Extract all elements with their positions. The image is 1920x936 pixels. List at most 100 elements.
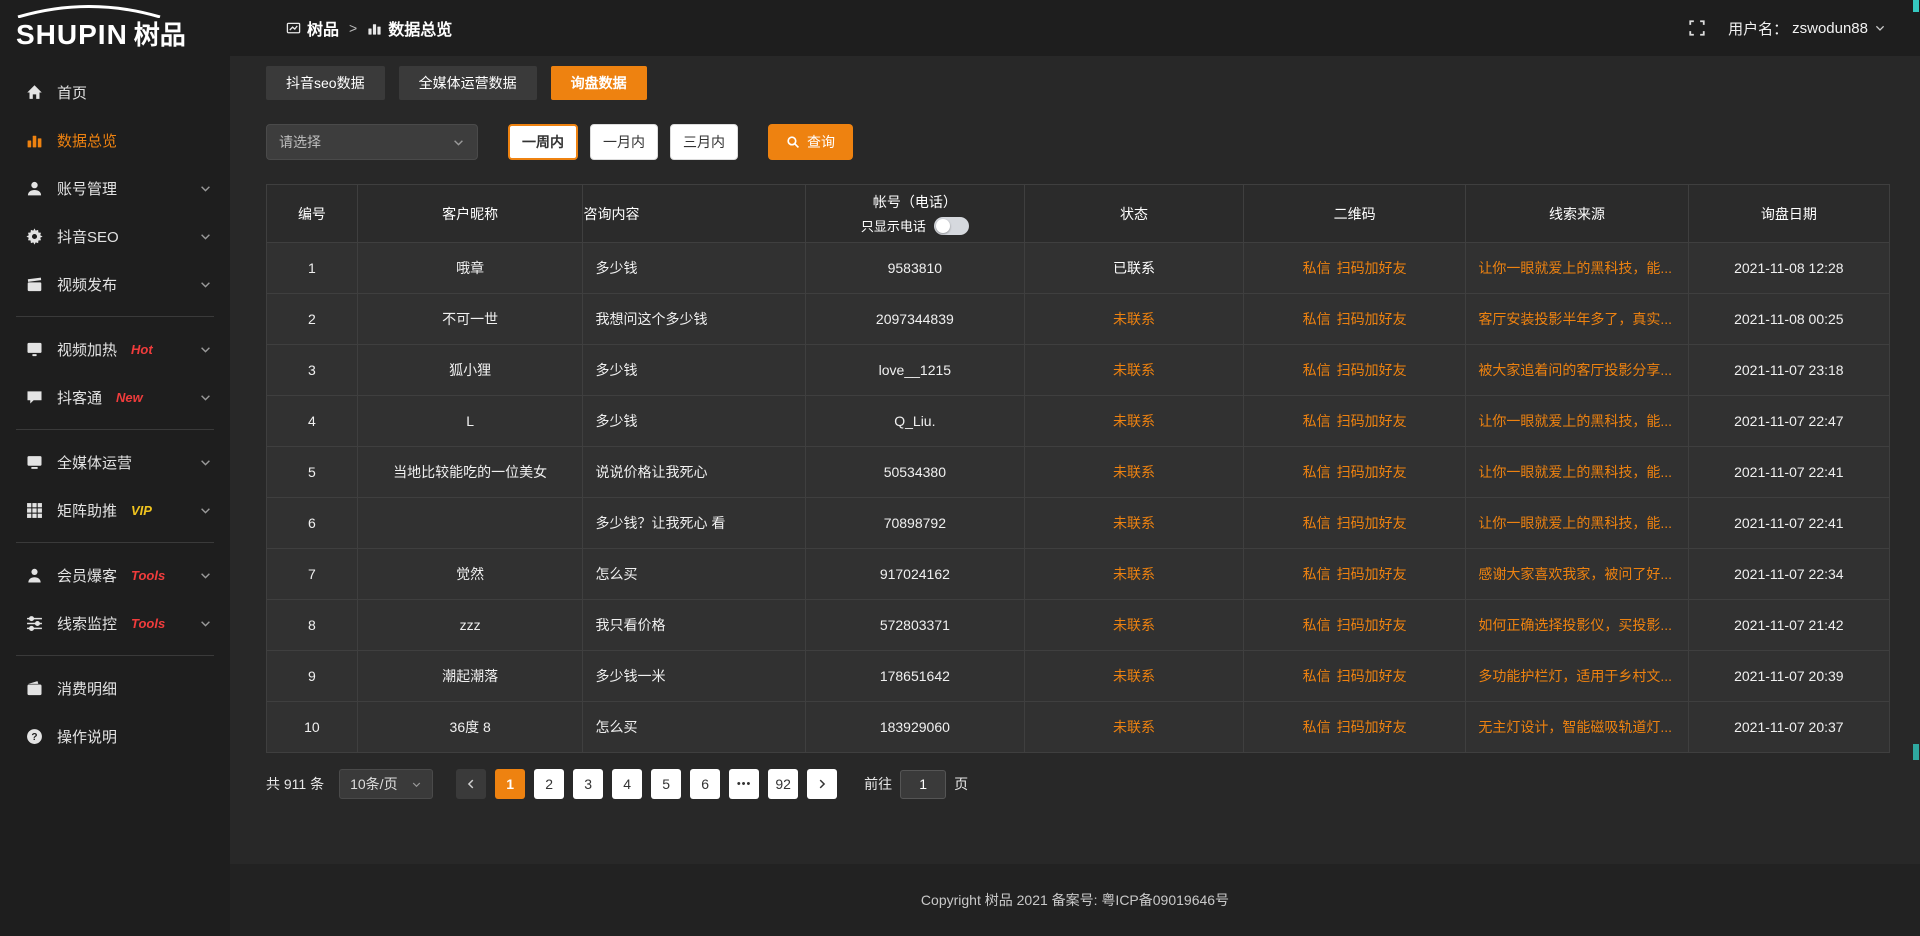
- cell-no: 10: [267, 702, 358, 753]
- sidebar-item-account-management[interactable]: 账号管理: [0, 164, 230, 212]
- page-button-2[interactable]: 2: [534, 769, 564, 799]
- cell-source: 无主灯设计，智能磁吸轨道灯...: [1466, 702, 1688, 753]
- range-button-one-week[interactable]: 一周内: [508, 124, 578, 160]
- sidebar-item-doukotong[interactable]: 抖客通New: [0, 373, 230, 421]
- date-range-buttons: 一周内一月内三月内: [508, 124, 738, 160]
- phone-only-toggle[interactable]: [934, 217, 969, 235]
- sidebar-item-matrix-boost[interactable]: 矩阵助推VIP: [0, 486, 230, 534]
- qr-scan-add-friend-link[interactable]: 扫码加好友: [1337, 260, 1407, 276]
- sidebar-item-clue-monitor[interactable]: 线索监控Tools: [0, 599, 230, 647]
- sidebar-item-member-baoke[interactable]: 会员爆客Tools: [0, 551, 230, 599]
- tab-douyin-seo-data[interactable]: 抖音seo数据: [266, 66, 385, 100]
- tab-media-operation-data[interactable]: 全媒体运营数据: [399, 66, 537, 100]
- page-button-92[interactable]: 92: [768, 769, 798, 799]
- qr-scan-add-friend-link[interactable]: 扫码加好友: [1337, 362, 1407, 378]
- qr-private-message-link[interactable]: 私信: [1303, 515, 1331, 531]
- qr-scan-add-friend-link[interactable]: 扫码加好友: [1337, 719, 1407, 735]
- source-link[interactable]: 如何正确选择投影仪，买投影...: [1478, 617, 1672, 633]
- sidebar-item-data-overview[interactable]: 数据总览: [0, 116, 230, 164]
- sidebar-item-video-heating[interactable]: 视频加热Hot: [0, 325, 230, 373]
- account-select[interactable]: 请选择: [266, 124, 478, 160]
- bar-chart-icon: [26, 132, 43, 149]
- page-button-5[interactable]: 5: [651, 769, 681, 799]
- source-link[interactable]: 感谢大家喜欢我家，被问了好...: [1478, 566, 1672, 582]
- qr-private-message-link[interactable]: 私信: [1303, 311, 1331, 327]
- sidebar-item-douyin-seo[interactable]: 抖音SEO: [0, 212, 230, 260]
- sidebar-item-operation-guide[interactable]: ?操作说明: [0, 712, 230, 760]
- fullscreen-icon[interactable]: [1688, 19, 1706, 37]
- prev-page-button[interactable]: [456, 769, 486, 799]
- cell-source: 让你一眼就爱上的黑科技，能...: [1466, 243, 1688, 294]
- page-button-1[interactable]: 1: [495, 769, 525, 799]
- tab-inquiry-data[interactable]: 询盘数据: [551, 66, 647, 100]
- page-size-select[interactable]: 10条/页: [339, 769, 433, 799]
- sidebar-item-label: 抖客通: [57, 387, 102, 408]
- cell-no: 4: [267, 396, 358, 447]
- goto-page-input[interactable]: [900, 770, 946, 799]
- cell-nickname: 不可一世: [357, 294, 583, 345]
- table-header-row: 编号 客户昵称 咨询内容 帐号（电话） 只显示电话 状态 二维码 线索来源 询盘…: [267, 185, 1890, 243]
- qr-private-message-link[interactable]: 私信: [1303, 413, 1331, 429]
- next-page-button[interactable]: [807, 769, 837, 799]
- qr-scan-add-friend-link[interactable]: 扫码加好友: [1337, 668, 1407, 684]
- qr-private-message-link[interactable]: 私信: [1303, 668, 1331, 684]
- sidebar-item-consumption-detail[interactable]: 消费明细: [0, 664, 230, 712]
- menu-divider: [16, 655, 214, 656]
- filter-bar: 请选择 一周内一月内三月内 查询: [266, 124, 1890, 160]
- qr-private-message-link[interactable]: 私信: [1303, 362, 1331, 378]
- user-menu[interactable]: 用户名：zswodun88: [1728, 18, 1886, 39]
- cell-no: 1: [267, 243, 358, 294]
- sidebar-item-home[interactable]: 首页: [0, 68, 230, 116]
- more-pages-button[interactable]: •••: [729, 769, 759, 799]
- table-row: 9潮起潮落多少钱一米178651642未联系私信扫码加好友多功能护栏灯，适用于乡…: [267, 651, 1890, 702]
- chevron-down-icon: [1874, 22, 1886, 34]
- scroll-indicator: [1913, 744, 1919, 760]
- qr-private-message-link[interactable]: 私信: [1303, 719, 1331, 735]
- source-link[interactable]: 让你一眼就爱上的黑科技，能...: [1478, 515, 1672, 531]
- source-link[interactable]: 让你一眼就爱上的黑科技，能...: [1478, 260, 1672, 276]
- cell-source: 感谢大家喜欢我家，被问了好...: [1466, 549, 1688, 600]
- search-button[interactable]: 查询: [768, 124, 853, 160]
- status-badge: 未联系: [1113, 668, 1155, 684]
- logo[interactable]: SHUPIN树品: [0, 0, 230, 58]
- goto-page: 前往 页: [864, 770, 968, 799]
- page-button-4[interactable]: 4: [612, 769, 642, 799]
- page-button-6[interactable]: 6: [690, 769, 720, 799]
- qr-private-message-link[interactable]: 私信: [1303, 260, 1331, 276]
- question-icon: ?: [26, 728, 43, 745]
- table-row: 4L多少钱Q_Liu.未联系私信扫码加好友让你一眼就爱上的黑科技，能...202…: [267, 396, 1890, 447]
- breadcrumb-item-shupin[interactable]: 树品: [286, 16, 339, 40]
- range-button-one-month[interactable]: 一月内: [590, 124, 658, 160]
- sidebar-item-video-publish[interactable]: 视频发布: [0, 260, 230, 308]
- page-button-3[interactable]: 3: [573, 769, 603, 799]
- chevron-right-icon: [816, 778, 828, 790]
- qr-scan-add-friend-link[interactable]: 扫码加好友: [1337, 413, 1407, 429]
- source-link[interactable]: 多功能护栏灯，适用于乡村文...: [1478, 668, 1672, 684]
- goto-label: 前往: [864, 774, 892, 794]
- sidebar-item-media-operation[interactable]: 全媒体运营: [0, 438, 230, 486]
- sidebar-item-label: 线索监控: [57, 613, 117, 634]
- cell-nickname: 36度 8: [357, 702, 583, 753]
- source-link[interactable]: 让你一眼就爱上的黑科技，能...: [1478, 464, 1672, 480]
- qr-scan-add-friend-link[interactable]: 扫码加好友: [1337, 566, 1407, 582]
- qr-scan-add-friend-link[interactable]: 扫码加好友: [1337, 515, 1407, 531]
- qr-scan-add-friend-link[interactable]: 扫码加好友: [1337, 617, 1407, 633]
- source-link[interactable]: 让你一眼就爱上的黑科技，能...: [1478, 413, 1672, 429]
- col-status: 状态: [1024, 185, 1243, 243]
- qr-private-message-link[interactable]: 私信: [1303, 617, 1331, 633]
- table-row: 1哦章多少钱9583810已联系私信扫码加好友让你一眼就爱上的黑科技，能...2…: [267, 243, 1890, 294]
- cell-qrcode: 私信扫码加好友: [1244, 549, 1466, 600]
- topbar-right: 用户名：zswodun88: [1688, 18, 1886, 39]
- source-link[interactable]: 无主灯设计，智能磁吸轨道灯...: [1478, 719, 1672, 735]
- qr-scan-add-friend-link[interactable]: 扫码加好友: [1337, 464, 1407, 480]
- breadcrumb-item-data-overview[interactable]: 数据总览: [367, 16, 452, 40]
- scrollbar[interactable]: [1912, 0, 1920, 936]
- source-link[interactable]: 客厅安装投影半年多了，真实...: [1478, 311, 1672, 327]
- source-link[interactable]: 被大家追着问的客厅投影分享...: [1478, 362, 1672, 378]
- username-label: 用户名：: [1728, 18, 1788, 39]
- range-button-three-months[interactable]: 三月内: [670, 124, 738, 160]
- qr-private-message-link[interactable]: 私信: [1303, 566, 1331, 582]
- scroll-indicator: [1913, 0, 1919, 12]
- qr-scan-add-friend-link[interactable]: 扫码加好友: [1337, 311, 1407, 327]
- qr-private-message-link[interactable]: 私信: [1303, 464, 1331, 480]
